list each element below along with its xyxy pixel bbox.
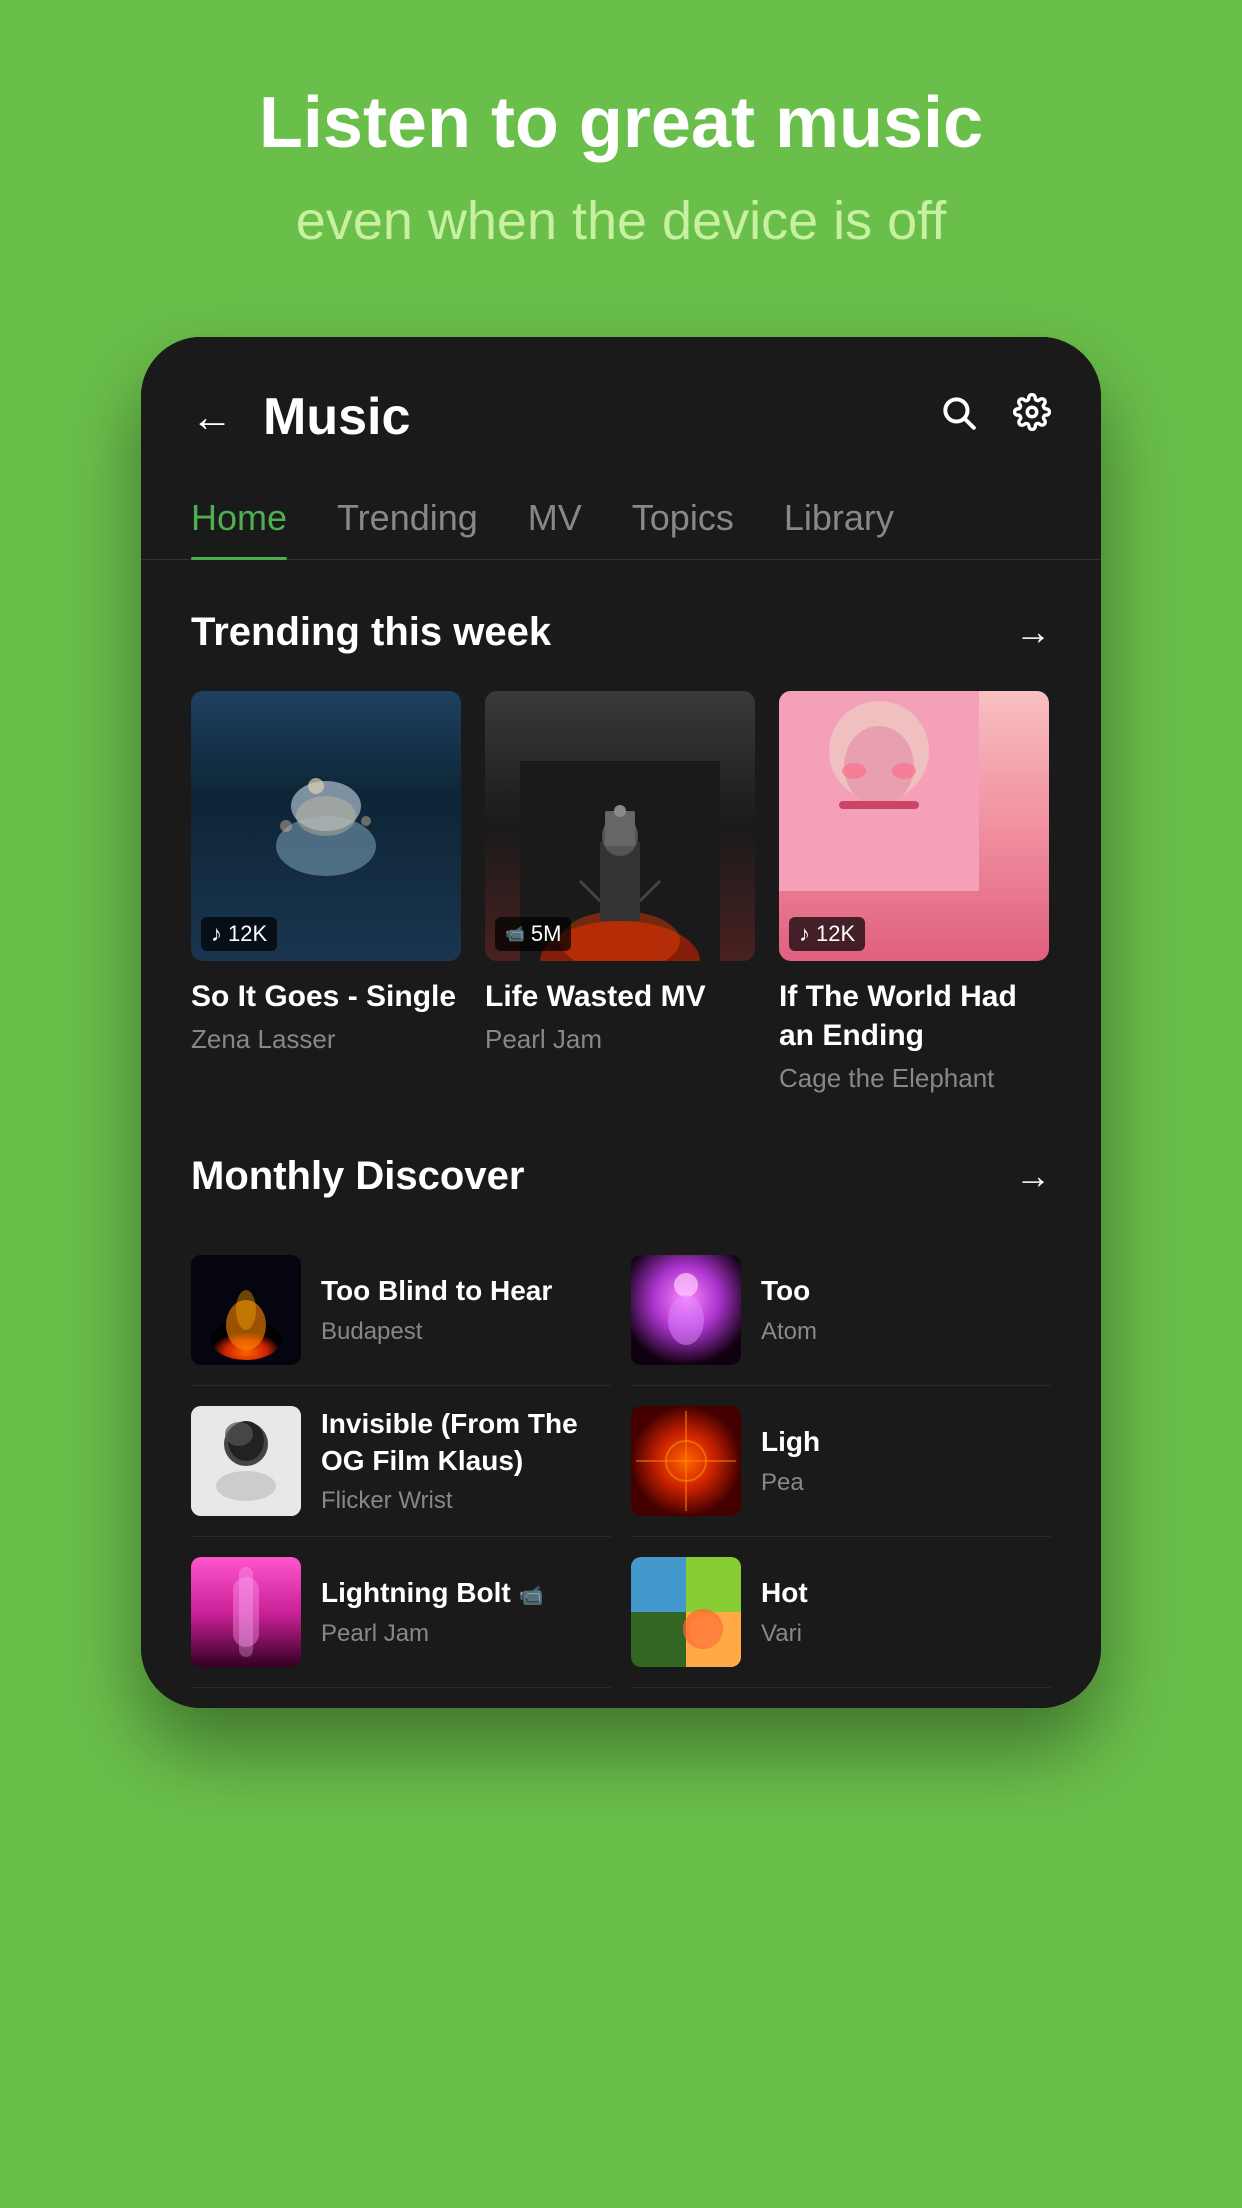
monthly-item-1[interactable]: Too Blind to Hear Budapest [191, 1235, 611, 1386]
trending-title: Trending this week [191, 610, 551, 655]
card-artist-1: Zena Lasser [191, 1024, 461, 1055]
card-thumb-2: 📹 5M [485, 691, 755, 961]
card-thumb-3: ♪ 12K [779, 691, 1049, 961]
card-title-2: Life Wasted MV [485, 977, 755, 1016]
monthly-item-artist-3: Pearl Jam [321, 1620, 611, 1648]
settings-icon[interactable] [1013, 393, 1051, 441]
monthly-list: Too Blind to Hear Budapest [191, 1235, 1051, 1688]
monthly-item-r1[interactable]: Too Atom [631, 1235, 1051, 1386]
tab-library[interactable]: Library [784, 477, 924, 559]
monthly-item-artist-2: Flicker Wrist [321, 1487, 611, 1515]
trending-card-2[interactable]: 📹 5M Life Wasted MV Pearl Jam [485, 691, 755, 1094]
header-actions [939, 393, 1051, 441]
tab-trending[interactable]: Trending [337, 477, 508, 559]
monthly-info-2: Invisible (From The OG Film Klaus) Flick… [321, 1406, 611, 1515]
monthly-item-artist-r2: Pea [761, 1469, 1051, 1497]
tab-topics[interactable]: Topics [632, 477, 764, 559]
trending-cards-list: ♪ 12K So It Goes - Single Zena Lasser [191, 691, 1051, 1094]
card-title-3: If The World Had an Ending [779, 977, 1049, 1055]
monthly-item-r2[interactable]: Ligh Pea [631, 1386, 1051, 1537]
monthly-thumb-r3 [631, 1557, 741, 1667]
monthly-thumb-r2 [631, 1406, 741, 1516]
monthly-info-1: Too Blind to Hear Budapest [321, 1273, 611, 1345]
trending-header: Trending this week → [191, 610, 1051, 655]
trending-section: Trending this week → [141, 570, 1101, 1114]
card-title-1: So It Goes - Single [191, 977, 461, 1016]
monthly-arrow[interactable]: → [1015, 1155, 1051, 1197]
monthly-item-title-3: Lightning Bolt 📹 [321, 1575, 611, 1611]
monthly-item-title-r3: Hot [761, 1575, 1051, 1611]
monthly-item-title-2: Invisible (From The OG Film Klaus) [321, 1406, 611, 1479]
hero-section: Listen to great music even when the devi… [0, 0, 1242, 297]
search-icon[interactable] [939, 393, 977, 441]
phone-screen: ← Music Home Trendin [141, 337, 1101, 1708]
tab-mv[interactable]: MV [528, 477, 612, 559]
monthly-info-3: Lightning Bolt 📹 Pearl Jam [321, 1575, 611, 1647]
monthly-item-3[interactable]: Lightning Bolt 📹 Pearl Jam [191, 1537, 611, 1688]
trending-card-1[interactable]: ♪ 12K So It Goes - Single Zena Lasser [191, 691, 461, 1094]
monthly-col-left: Too Blind to Hear Budapest [191, 1235, 611, 1688]
hero-title: Listen to great music [60, 80, 1182, 166]
monthly-thumb-2 [191, 1406, 301, 1516]
card-badge-1: ♪ 12K [201, 917, 277, 951]
app-header: ← Music [141, 337, 1101, 477]
monthly-info-r1: Too Atom [761, 1273, 1051, 1345]
trending-arrow[interactable]: → [1015, 611, 1051, 653]
card-badge-2: 📹 5M [495, 917, 571, 951]
monthly-item-2[interactable]: Invisible (From The OG Film Klaus) Flick… [191, 1386, 611, 1537]
monthly-title: Monthly Discover [191, 1154, 524, 1199]
card-badge-3: ♪ 12K [789, 917, 865, 951]
monthly-item-artist-1: Budapest [321, 1318, 611, 1346]
monthly-thumb-3 [191, 1557, 301, 1667]
back-button[interactable]: ← [191, 393, 233, 441]
monthly-item-r3[interactable]: Hot Vari [631, 1537, 1051, 1688]
app-title: Music [263, 387, 939, 447]
phone-device: ← Music Home Trendin [141, 337, 1101, 1708]
monthly-info-r3: Hot Vari [761, 1575, 1051, 1647]
monthly-thumb-1 [191, 1255, 301, 1365]
monthly-item-artist-r1: Atom [761, 1318, 1051, 1346]
hero-subtitle: even when the device is off [60, 186, 1182, 256]
monthly-item-artist-r3: Vari [761, 1620, 1051, 1648]
monthly-item-title-r2: Ligh [761, 1424, 1051, 1460]
tab-home[interactable]: Home [191, 477, 317, 559]
tab-bar: Home Trending MV Topics Library [141, 477, 1101, 560]
card-thumb-1: ♪ 12K [191, 691, 461, 961]
card-artist-3: Cage the Elephant [779, 1063, 1049, 1094]
trending-card-3[interactable]: ♪ 12K If The World Had an Ending Cage th… [779, 691, 1049, 1094]
monthly-section: Monthly Discover → [141, 1114, 1101, 1708]
monthly-header: Monthly Discover → [191, 1154, 1051, 1199]
card-artist-2: Pearl Jam [485, 1024, 755, 1055]
monthly-item-title-r1: Too [761, 1273, 1051, 1309]
monthly-thumb-r1 [631, 1255, 741, 1365]
monthly-info-r2: Ligh Pea [761, 1424, 1051, 1496]
monthly-col-right: Too Atom [631, 1235, 1051, 1688]
monthly-item-title-1: Too Blind to Hear [321, 1273, 611, 1309]
